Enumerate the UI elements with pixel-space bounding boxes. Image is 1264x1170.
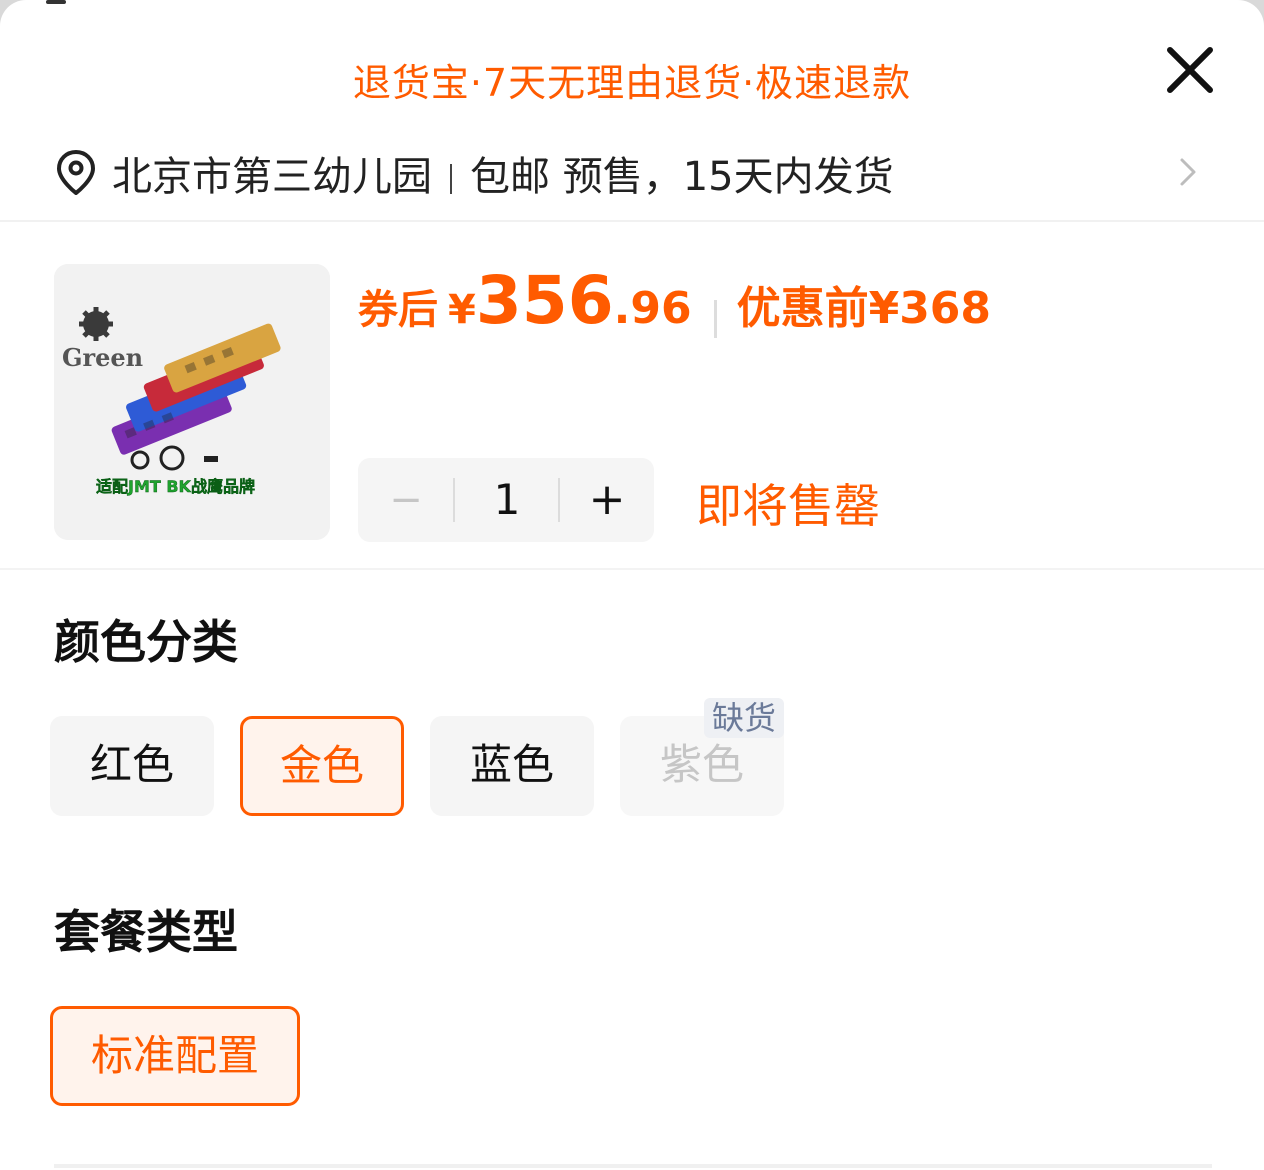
color-option-gold[interactable]: 金色	[240, 716, 404, 816]
color-option-purple[interactable]: 紫色 缺货	[620, 698, 784, 816]
product-thumbnail[interactable]: Green 适配JMT BK战鹰品牌	[54, 264, 330, 540]
currency-symbol: ¥	[448, 287, 476, 333]
option-label: 蓝色	[469, 740, 554, 789]
close-button[interactable]	[1160, 40, 1220, 100]
brand-gear-icon	[79, 307, 113, 341]
sku-selection-sheet: 退货宝·7天无理由退货·极速退款 北京市第三幼儿园 包邮 预售，15天内发货 G…	[0, 0, 1264, 1170]
original-price-label: 优惠前	[736, 283, 869, 334]
chevron-right-icon	[1180, 158, 1196, 186]
stock-status: 即将售罄	[696, 479, 880, 533]
out-of-stock-badge: 缺货	[703, 698, 784, 738]
return-guarantee-banner: 退货宝·7天无理由退货·极速退款	[352, 61, 912, 105]
increase-button[interactable]: +	[560, 458, 654, 542]
color-option-red[interactable]: 红色	[50, 716, 214, 816]
package-option-standard[interactable]: 标准配置	[50, 1006, 300, 1106]
decrease-button[interactable]: −	[358, 458, 454, 542]
brand-logo-text: Green	[62, 343, 143, 372]
location-pin-icon	[57, 150, 95, 195]
status-bar-fragment	[46, 0, 66, 4]
price-decimal: .96	[613, 283, 692, 334]
option-label: 标准配置	[90, 1031, 259, 1080]
address-location: 北京市第三幼儿园	[112, 154, 432, 200]
close-icon	[1167, 47, 1213, 93]
quantity-value[interactable]: 1	[455, 458, 559, 542]
price-divider	[713, 299, 717, 338]
option-label: 紫色	[659, 740, 744, 789]
address-text: 北京市第三幼儿园 包邮 预售，15天内发货	[112, 144, 894, 202]
address-divider	[450, 164, 452, 194]
color-section-title: 颜色分类	[54, 615, 238, 669]
price-line: 券后 ¥356.96 优惠前¥368	[358, 262, 991, 339]
coupon-label: 券后	[358, 287, 438, 333]
delivery-address-row[interactable]: 北京市第三幼儿园 包邮 预售，15天内发货	[0, 120, 1264, 222]
product-image: Green 适配JMT BK战鹰品牌	[54, 264, 330, 540]
color-option-blue[interactable]: 蓝色	[430, 716, 594, 816]
package-section-title: 套餐类型	[54, 905, 238, 959]
price-integer: 356	[475, 262, 614, 339]
original-price: ¥368	[868, 283, 992, 334]
option-label: 红色	[89, 740, 174, 789]
bottom-divider	[54, 1164, 1212, 1168]
product-summary: Green 适配JMT BK战鹰品牌 券后 ¥356.96 优惠前¥368 − …	[0, 222, 1264, 570]
option-label: 金色	[279, 741, 364, 790]
quantity-stepper: − 1 +	[358, 458, 654, 542]
compat-label: 适配JMT BK战鹰品牌	[96, 477, 255, 496]
shipping-info: 包邮 预售，15天内发货	[470, 154, 894, 200]
